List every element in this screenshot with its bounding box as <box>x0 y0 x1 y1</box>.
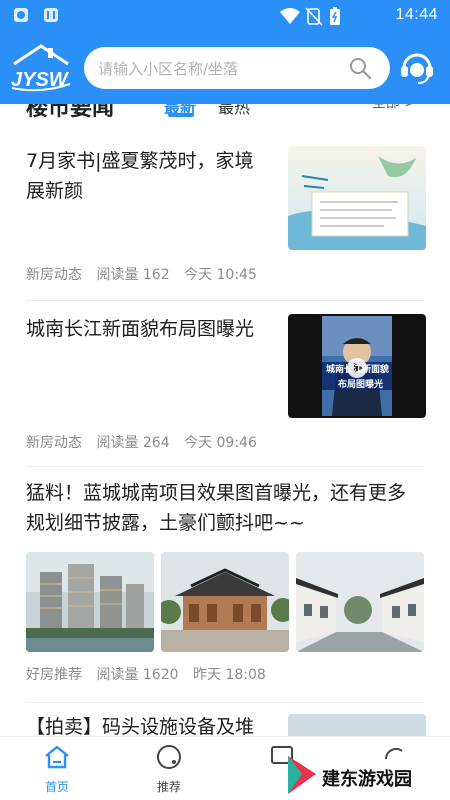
article-category: 新房动态 <box>26 435 82 451</box>
list-item[interactable]: 城南长江新面貌布局图曝光 新房动态 阅读量 264 今天 09:46 城南长江新… <box>26 314 426 454</box>
shield-icon <box>14 8 28 22</box>
app-header: 14:44 JYSW 请输入小区名称/坐落 <box>0 0 450 104</box>
search-placeholder: 请输入小区名称/坐落 <box>98 60 239 78</box>
letter-illustration-thumb[interactable] <box>288 146 426 250</box>
modern-towers-thumb[interactable] <box>26 552 154 652</box>
status-time: 14:44 <box>395 6 438 23</box>
view-all-link[interactable]: 全部 > <box>372 104 416 112</box>
article-thumb[interactable] <box>288 714 426 736</box>
wifi-icon <box>280 8 300 24</box>
article-reads: 阅读量 1620 <box>96 667 179 683</box>
a-icon <box>44 8 58 22</box>
active-tab-indicator <box>168 113 194 117</box>
divider <box>26 300 424 301</box>
search-icon[interactable] <box>348 56 372 80</box>
search-input[interactable]: 请输入小区名称/坐落 <box>84 47 390 89</box>
article-meta: 好房推荐 阅读量 1620 昨天 18:08 <box>26 664 276 684</box>
divider <box>26 702 424 703</box>
watermark-text: 建东游戏园 <box>322 769 412 790</box>
video-thumbnail[interactable]: 城南长江新面貌 布局图曝光 <box>288 314 426 418</box>
article-title[interactable]: 猛料！蓝城城南项目效果图首曝光，还有更多规划细节披露，土豪们颤抖吧~~ <box>26 478 424 538</box>
nav-home-label: 首页 <box>44 780 69 794</box>
watermark-logo-icon <box>288 756 316 794</box>
status-icons <box>280 7 340 26</box>
chinese-mansion-thumb[interactable] <box>161 552 289 652</box>
nav-recommend-label: 推荐 <box>156 780 181 794</box>
article-time: 今天 09:46 <box>184 435 257 451</box>
tab-hottest[interactable]: 最热 <box>218 104 250 118</box>
nav-recommend[interactable]: 推荐 <box>139 739 199 795</box>
article-title[interactable]: 7月家书|盛夏繁茂时，家境展新颜 <box>26 146 266 206</box>
watermark: 建东游戏园 <box>284 750 450 800</box>
nav-home[interactable]: 首页 <box>27 739 87 795</box>
home-icon <box>45 745 69 769</box>
article-category: 新房动态 <box>26 267 82 283</box>
article-category: 好房推荐 <box>26 667 82 683</box>
chinese-street-thumb[interactable] <box>296 552 424 652</box>
status-bar: 14:44 <box>0 0 450 32</box>
article-reads: 阅读量 264 <box>96 435 170 451</box>
app-logo[interactable]: JYSW <box>8 42 74 92</box>
article-meta: 新房动态 阅读量 264 今天 09:46 <box>26 432 267 452</box>
divider <box>26 466 424 467</box>
article-title[interactable]: 【拍卖】码头设施设备及堆 <box>26 712 276 736</box>
article-meta: 新房动态 阅读量 162 今天 10:45 <box>26 264 267 284</box>
article-title[interactable]: 城南长江新面貌布局图曝光 <box>26 314 276 344</box>
article-time: 昨天 18:08 <box>193 667 266 683</box>
list-item[interactable]: 7月家书|盛夏繁茂时，家境展新颜 新房动态 阅读量 162 今天 10:45 <box>26 146 426 316</box>
article-time: 今天 10:45 <box>184 267 257 283</box>
section-header: 楼市要闻 最新 最热 全部 > <box>0 104 450 124</box>
article-reads: 阅读量 162 <box>96 267 170 283</box>
list-item[interactable]: 猛料！蓝城城南项目效果图首曝光，还有更多规划细节披露，土豪们颤抖吧~~ 好房推荐… <box>26 478 426 688</box>
video-caption-line-2: 布局图曝光 <box>338 380 384 390</box>
list-item[interactable]: 【拍卖】码头设施设备及堆 <box>26 712 426 736</box>
customer-service-icon[interactable] <box>398 48 436 86</box>
video-caption-line-1: 城南长江新面貌 <box>326 365 390 375</box>
section-title: 楼市要闻 <box>26 104 115 121</box>
compass-icon <box>157 745 181 769</box>
